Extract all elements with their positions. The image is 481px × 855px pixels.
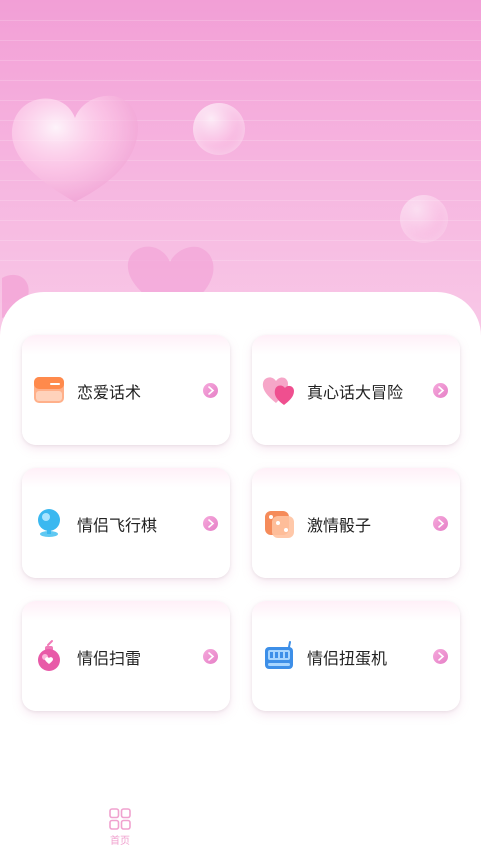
bubble-decoration: [400, 195, 448, 243]
heart-bubble-large-icon: [11, 95, 138, 202]
game-card-truth-or-dare[interactable]: 真心话大冒险: [252, 335, 460, 445]
bottom-tab-bar: 首页: [0, 800, 481, 855]
game-card-passion-dice[interactable]: 激情骰子: [252, 468, 460, 578]
chevron-right-icon: [433, 516, 448, 531]
game-card-gacha-machine[interactable]: 情侣扭蛋机: [252, 601, 460, 711]
game-label: 情侣扫雷: [77, 649, 142, 668]
chevron-right-icon: [203, 383, 218, 398]
chevron-right-icon: [203, 649, 218, 664]
game-card-minesweeper[interactable]: 情侣扫雷: [22, 601, 230, 711]
bomb-icon: [38, 640, 60, 671]
hearts-icon: [262, 377, 294, 405]
game-card-love-talk[interactable]: 恋爱话术: [22, 335, 230, 445]
chevron-right-icon: [433, 383, 448, 398]
game-card-flight-chess[interactable]: 情侣飞行棋: [22, 468, 230, 578]
tab-home-label: 首页: [110, 836, 130, 847]
game-label: 情侣扭蛋机: [307, 649, 388, 668]
hero-banner: [0, 0, 481, 340]
chevron-right-icon: [203, 516, 218, 531]
gacha-machine-icon: [265, 641, 293, 669]
dice-icon: [265, 511, 294, 538]
bubble-decoration: [193, 103, 245, 155]
chevron-right-icon: [433, 649, 448, 664]
game-panel: 恋爱话术 真心话大冒险 情侣飞行棋 激情骰子 情侣扫雷 情侣扭蛋机: [0, 292, 481, 855]
message-card-icon: [34, 377, 64, 403]
game-label: 激情骰子: [307, 516, 372, 535]
planet-icon: [38, 509, 60, 537]
tab-home[interactable]: 首页: [98, 807, 142, 855]
grid-icon: [109, 808, 131, 830]
game-label: 恋爱话术: [77, 383, 142, 402]
game-label: 真心话大冒险: [307, 383, 404, 402]
game-label: 情侣飞行棋: [77, 516, 158, 535]
